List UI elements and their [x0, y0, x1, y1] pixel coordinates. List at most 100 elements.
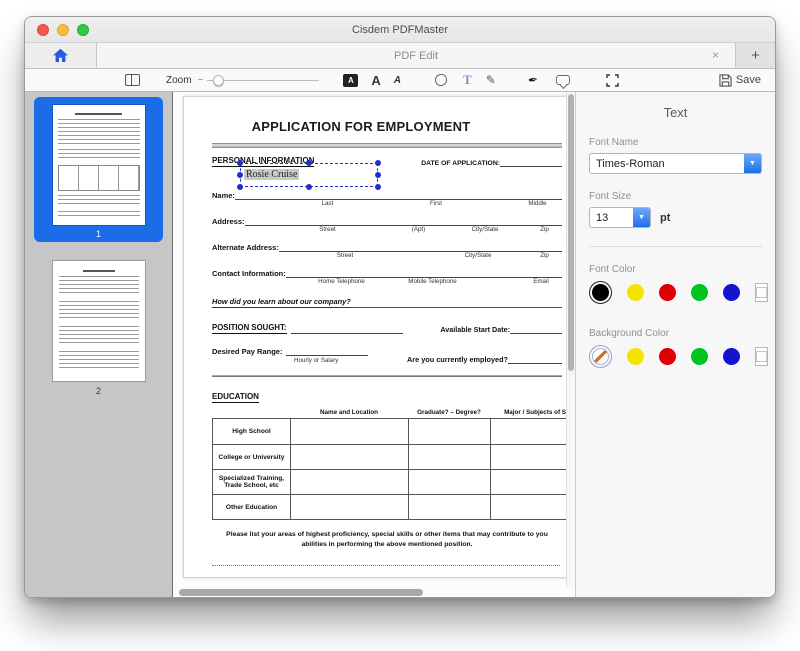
custom-color-button[interactable] — [755, 347, 768, 366]
color-swatch-black[interactable] — [592, 284, 609, 301]
tab-close-icon[interactable]: × — [712, 48, 719, 62]
thumbnail-page-1[interactable]: 1 — [34, 97, 163, 242]
area-select-tool-icon[interactable] — [606, 74, 619, 87]
start-date-label: Available Start Date: — [440, 325, 510, 334]
zoom-minus-icon[interactable]: − — [198, 75, 204, 86]
company-question: How did you learn about our company? — [212, 297, 351, 308]
background-color-label: Background Color — [589, 328, 762, 339]
selection-handle[interactable] — [375, 172, 381, 178]
font-increase-icon[interactable]: A — [371, 73, 380, 88]
shape-tool-icon[interactable] — [434, 73, 448, 87]
color-swatch-blue[interactable] — [723, 284, 740, 301]
sublabel-first: First — [430, 200, 442, 207]
pdf-page[interactable]: APPLICATION FOR EMPLOYMENT PERSONAL INFO… — [183, 96, 569, 578]
thumb-decoration — [58, 195, 140, 207]
thumb-decoration — [75, 113, 123, 115]
text-tool-icon[interactable]: T — [463, 72, 472, 88]
edu-cell — [409, 419, 491, 444]
comment-tool-icon[interactable] — [556, 75, 570, 85]
address-sublabels: Street (Apt) City/State Zip — [212, 226, 562, 234]
custom-color-button[interactable] — [755, 283, 768, 302]
thumb-decoration — [59, 351, 139, 369]
font-color-black-selected[interactable] — [589, 281, 612, 304]
edu-cell — [409, 494, 491, 519]
employed-field-line — [508, 357, 562, 364]
zoom-slider-knob[interactable] — [213, 75, 224, 86]
add-image-tool-icon[interactable]: A — [343, 74, 358, 87]
custom-color-inner — [756, 351, 767, 362]
thumbnail-page-1-preview — [52, 104, 146, 226]
horizontal-scrollbar-thumb[interactable] — [179, 589, 423, 596]
window-title: Cisdem PDFMaster — [25, 24, 775, 36]
thumb-decoration — [59, 301, 139, 319]
tab-bar: PDF Edit × + — [25, 43, 775, 69]
color-swatch-blue[interactable] — [723, 348, 740, 365]
sublabel-street: Street — [337, 252, 354, 259]
color-swatch-green[interactable] — [691, 348, 708, 365]
zoom-slider-track — [207, 80, 319, 82]
color-swatch-red[interactable] — [659, 348, 676, 365]
new-tab-button[interactable]: + — [735, 43, 775, 68]
sublabel-zip: Zip — [540, 252, 549, 259]
company-question-line — [351, 301, 562, 308]
title-bar: Cisdem PDFMaster — [25, 17, 775, 43]
zoom-slider[interactable] — [207, 75, 319, 86]
selection-handle[interactable] — [306, 160, 312, 166]
selection-handle[interactable] — [375, 160, 381, 166]
selection-handle[interactable] — [237, 160, 243, 166]
font-name-select[interactable]: Times-Roman ▼ — [589, 153, 762, 174]
sublabel-zip: Zip — [540, 226, 549, 233]
bg-color-none-selected[interactable] — [589, 345, 612, 368]
vertical-scrollbar-thumb[interactable] — [568, 94, 574, 371]
chevron-down-icon[interactable]: ▼ — [744, 154, 761, 173]
color-swatch-yellow[interactable] — [627, 348, 644, 365]
edu-header-name-location: Name and Location — [290, 409, 408, 418]
pay-range-label: Desired Pay Range: — [212, 347, 282, 356]
home-button[interactable] — [25, 43, 97, 68]
edu-cell — [491, 444, 569, 469]
selection-handle[interactable] — [237, 184, 243, 190]
color-swatch-none[interactable] — [592, 348, 609, 365]
app-window: Cisdem PDFMaster PDF Edit × + Zoom − A A… — [24, 16, 776, 598]
selection-handle[interactable] — [237, 172, 243, 178]
color-swatch-green[interactable] — [691, 284, 708, 301]
name-sublabels: Last First Middle — [212, 200, 562, 208]
sidebar-toggle-icon[interactable] — [125, 74, 140, 86]
thumbnail-page-2[interactable]: 2 — [25, 260, 172, 396]
selection-handle[interactable] — [306, 184, 312, 190]
thumb-decoration — [58, 165, 140, 191]
highlighter-tool-icon[interactable]: ✒ — [527, 72, 539, 87]
edu-cell — [291, 469, 409, 494]
save-icon — [719, 74, 732, 87]
color-swatch-yellow[interactable] — [627, 284, 644, 301]
thumb-decoration — [58, 211, 140, 219]
contact-label: Contact Information: — [212, 269, 286, 278]
font-decrease-icon[interactable]: A — [394, 75, 401, 86]
custom-color-inner — [756, 287, 767, 298]
date-of-application-label: DATE OF APPLICATION: — [421, 160, 500, 167]
edu-header-graduate: Graduate? – Degree? — [408, 409, 490, 418]
save-button[interactable]: Save — [719, 74, 761, 87]
text-selection-box[interactable]: Rosie Cruise — [240, 163, 378, 187]
edu-cell — [409, 444, 491, 469]
color-swatch-red[interactable] — [659, 284, 676, 301]
pencil-tool-icon[interactable]: ✎ — [486, 73, 496, 87]
skills-paragraph: Please list your areas of highest profic… — [212, 530, 562, 550]
font-size-select[interactable]: 13 ▼ — [589, 207, 651, 228]
address-field-line — [245, 219, 562, 226]
font-size-label: Font Size — [589, 191, 762, 202]
chevron-down-icon[interactable]: ▼ — [633, 208, 650, 227]
sublabel-street: Street — [319, 226, 336, 233]
sublabel-middle: Middle — [528, 200, 546, 207]
horizontal-scrollbar[interactable] — [173, 587, 566, 597]
selection-handle[interactable] — [375, 184, 381, 190]
sublabel-apt: (Apt) — [412, 226, 425, 233]
tab-pdf-edit[interactable]: PDF Edit × — [97, 43, 735, 68]
name-label: Name: — [212, 191, 235, 200]
selected-text-value[interactable]: Rosie Cruise — [244, 169, 299, 180]
sublabel-hourly-salary: Hourly or Salary — [294, 357, 338, 364]
sublabel-home-telephone: Home Telephone — [318, 278, 365, 285]
alt-address-field-line — [279, 245, 562, 252]
thumb-decoration — [59, 276, 139, 294]
vertical-scrollbar[interactable] — [566, 92, 575, 587]
